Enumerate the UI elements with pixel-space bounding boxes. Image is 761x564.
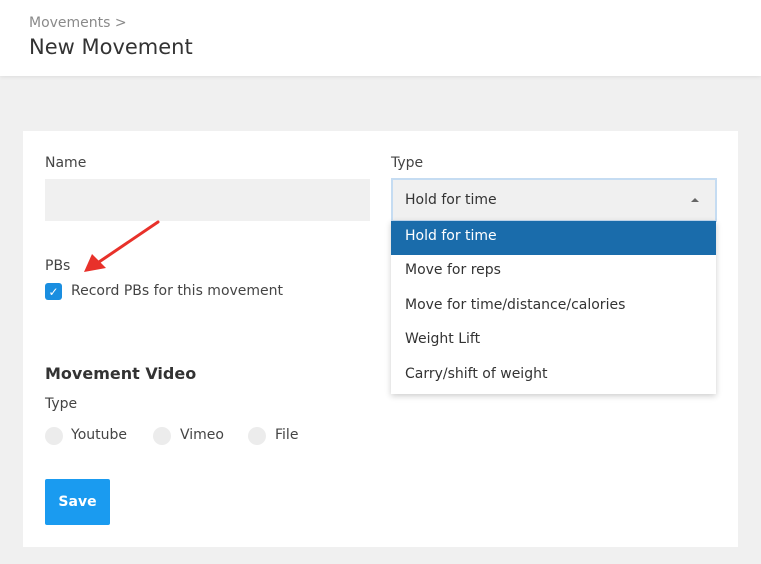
name-label: Name [45, 155, 87, 171]
type-label: Type [391, 155, 424, 171]
radio-file[interactable] [248, 427, 266, 445]
radio-youtube[interactable] [45, 427, 63, 445]
video-type-label: Type [45, 396, 78, 412]
type-option-carry-shift-of-weight[interactable]: Carry/shift of weight [391, 359, 716, 393]
pbs-label: PBs [45, 258, 71, 274]
radio-vimeo-label[interactable]: Vimeo [180, 427, 224, 443]
caret-up-icon [691, 198, 699, 202]
pbs-checkbox[interactable]: ✓ [45, 283, 62, 300]
page-header: Movements > New Movement [0, 0, 761, 76]
radio-vimeo[interactable] [153, 427, 171, 445]
type-option-move-for-reps[interactable]: Move for reps [391, 255, 716, 289]
page-title: New Movement [29, 35, 193, 59]
type-option-weight-lift[interactable]: Weight Lift [391, 324, 716, 358]
type-option-move-for-time-distance-calories[interactable]: Move for time/distance/calories [391, 290, 716, 324]
save-button[interactable]: Save [45, 479, 110, 525]
arrow-icon [84, 220, 160, 272]
type-option-hold-for-time[interactable]: Hold for time [391, 221, 716, 255]
check-icon: ✓ [48, 284, 59, 299]
movement-video-title: Movement Video [45, 364, 197, 383]
radio-file-label[interactable]: File [275, 427, 298, 443]
pbs-checkbox-label[interactable]: Record PBs for this movement [71, 283, 283, 299]
form-card: Name Type Hold for time Hold for time Mo… [23, 131, 738, 547]
type-select[interactable]: Hold for time [391, 178, 717, 222]
type-dropdown: Hold for time Move for reps Move for tim… [391, 221, 716, 394]
name-input[interactable] [45, 179, 370, 221]
breadcrumb[interactable]: Movements > [29, 15, 127, 31]
type-select-value: Hold for time [405, 192, 497, 208]
radio-youtube-label[interactable]: Youtube [71, 427, 127, 443]
